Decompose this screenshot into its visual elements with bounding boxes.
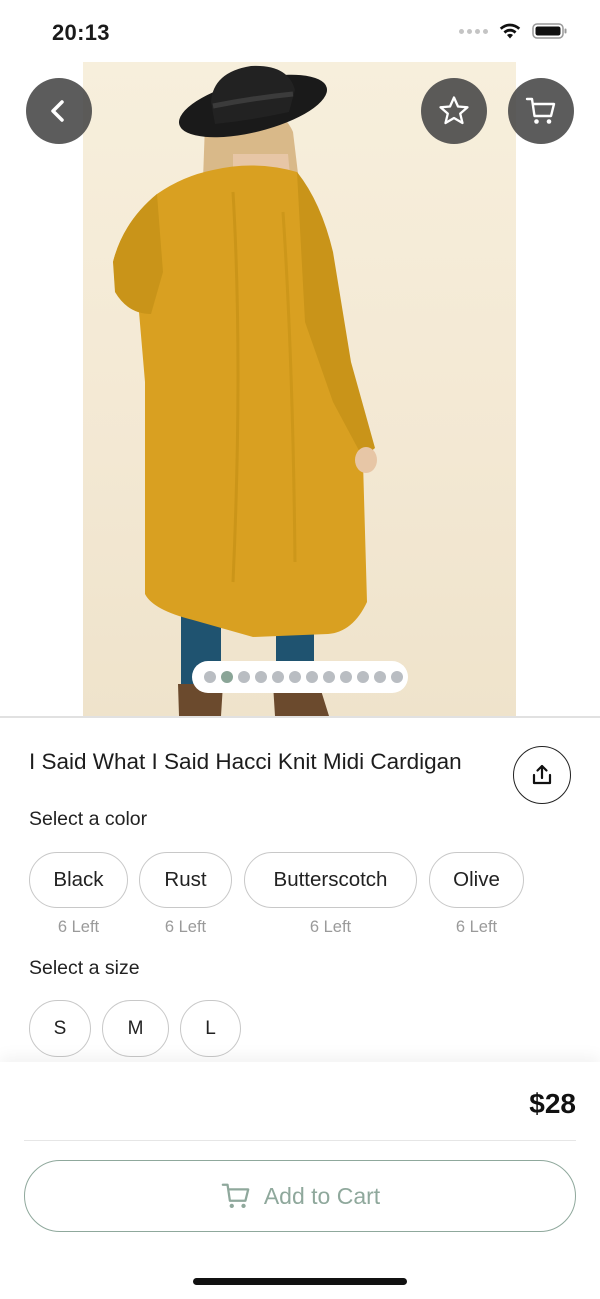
add-to-cart-button[interactable]: Add to Cart xyxy=(24,1160,576,1232)
color-stock-label: 6 Left xyxy=(164,918,207,936)
color-option-black[interactable]: Black xyxy=(29,852,128,908)
wifi-icon xyxy=(499,23,521,39)
color-option-label: Black xyxy=(53,868,104,891)
signal-icon xyxy=(459,28,488,34)
product-price: $28 xyxy=(529,1088,576,1119)
chevron-left-icon xyxy=(51,100,64,122)
panel-divider xyxy=(24,1140,576,1141)
add-to-cart-label: Add to Cart xyxy=(263,1182,381,1209)
image-divider xyxy=(0,716,600,718)
pager-dot[interactable] xyxy=(255,671,267,683)
pager-dot[interactable] xyxy=(340,671,352,683)
color-option-label: Rust xyxy=(164,868,207,891)
size-option-label: L xyxy=(205,1017,216,1039)
product-title: I Said What I Said Hacci Knit Midi Cardi… xyxy=(29,749,462,774)
pager-dot[interactable] xyxy=(391,671,403,683)
color-stock-label: 6 Left xyxy=(57,918,100,936)
pager-dot[interactable] xyxy=(306,671,318,683)
color-option-rust[interactable]: Rust xyxy=(139,852,232,908)
cart-icon xyxy=(525,97,556,124)
size-option-label: S xyxy=(53,1017,67,1039)
share-icon xyxy=(532,764,552,785)
size-option-label: M xyxy=(127,1017,144,1039)
color-stock-label: 6 Left xyxy=(455,918,498,936)
home-indicator[interactable] xyxy=(193,1278,407,1285)
star-icon xyxy=(439,96,469,125)
size-option-m[interactable]: M xyxy=(102,1000,169,1057)
color-option-butterscotch[interactable]: Butterscotch xyxy=(244,852,417,908)
share-button[interactable] xyxy=(513,746,571,804)
color-option-label: Olive xyxy=(453,868,500,891)
cart-icon xyxy=(221,1183,250,1209)
pager-dot-active[interactable] xyxy=(221,671,233,683)
size-section-label: Select a size xyxy=(29,957,140,979)
product-image[interactable] xyxy=(83,62,516,716)
back-button[interactable] xyxy=(26,78,92,144)
battery-icon xyxy=(532,23,567,39)
product-photo xyxy=(113,65,377,716)
cart-button[interactable] xyxy=(508,78,574,144)
pager-dot[interactable] xyxy=(374,671,386,683)
pager-dot[interactable] xyxy=(238,671,250,683)
purchase-panel: $28 Add to Cart xyxy=(0,1062,600,1299)
image-pager[interactable] xyxy=(192,661,408,693)
pager-dot[interactable] xyxy=(204,671,216,683)
pager-dot[interactable] xyxy=(323,671,335,683)
status-icons xyxy=(459,22,568,40)
size-option-l[interactable]: L xyxy=(180,1000,241,1057)
color-section-label: Select a color xyxy=(29,808,148,830)
color-option-olive[interactable]: Olive xyxy=(429,852,524,908)
pager-dot[interactable] xyxy=(272,671,284,683)
color-stock-label: 6 Left xyxy=(309,918,352,936)
color-option-label: Butterscotch xyxy=(273,868,388,891)
pager-dot[interactable] xyxy=(357,671,369,683)
status-bar: 20:13 xyxy=(0,0,600,62)
pager-dot[interactable] xyxy=(289,671,301,683)
size-option-s[interactable]: S xyxy=(29,1000,91,1057)
status-time: 20:13 xyxy=(52,20,110,45)
favorite-button[interactable] xyxy=(421,78,487,144)
